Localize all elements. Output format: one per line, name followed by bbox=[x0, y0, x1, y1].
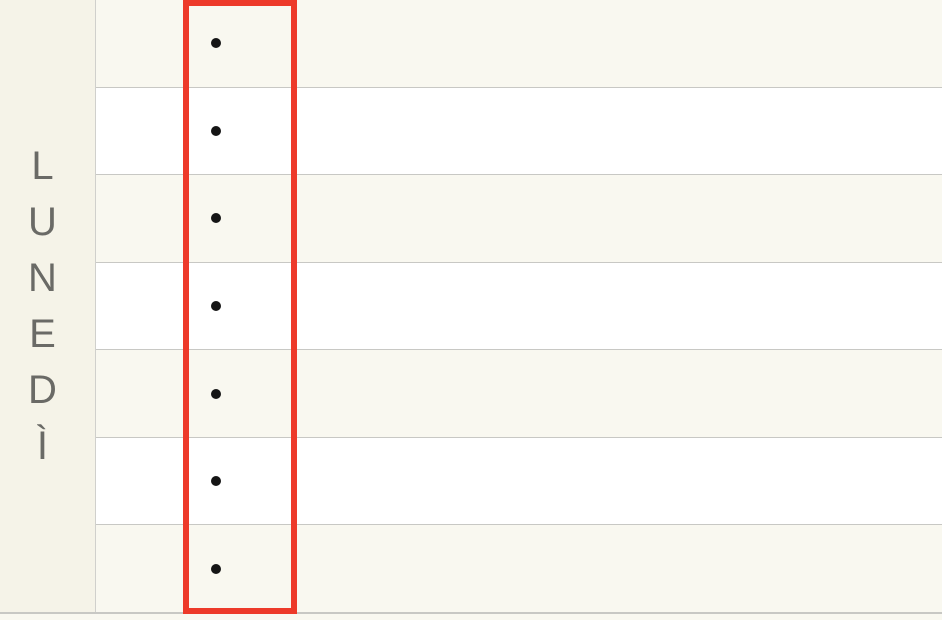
day-label-column: LUNEDÌ bbox=[0, 0, 96, 612]
entry-cell[interactable] bbox=[296, 88, 942, 175]
bullet-zone bbox=[96, 88, 296, 175]
bullet-icon bbox=[211, 389, 221, 399]
bullet-icon bbox=[211, 38, 221, 48]
day-label: LUNEDÌ bbox=[28, 138, 67, 474]
bullet-zone bbox=[96, 0, 296, 87]
entry-cell[interactable] bbox=[296, 175, 942, 262]
entry-cell[interactable] bbox=[296, 350, 942, 437]
bullet-icon bbox=[211, 213, 221, 223]
planner-row[interactable] bbox=[96, 438, 942, 526]
entry-cell[interactable] bbox=[296, 525, 942, 612]
bullet-zone bbox=[96, 438, 296, 525]
planner-row[interactable] bbox=[96, 88, 942, 176]
bullet-zone bbox=[96, 263, 296, 350]
bullet-zone bbox=[96, 175, 296, 262]
entry-cell[interactable] bbox=[296, 0, 942, 87]
bullet-icon bbox=[211, 301, 221, 311]
planner-row[interactable] bbox=[96, 175, 942, 263]
bullet-icon bbox=[211, 564, 221, 574]
planner-row[interactable] bbox=[96, 263, 942, 351]
planner-row[interactable] bbox=[96, 525, 942, 612]
planner-row[interactable] bbox=[96, 350, 942, 438]
bullet-zone bbox=[96, 350, 296, 437]
planner-row[interactable] bbox=[96, 0, 942, 88]
entry-cell[interactable] bbox=[296, 263, 942, 350]
bullet-icon bbox=[211, 476, 221, 486]
entry-cell[interactable] bbox=[296, 438, 942, 525]
bullet-icon bbox=[211, 126, 221, 136]
planner-container: LUNEDÌ bbox=[0, 0, 942, 614]
bullet-zone bbox=[96, 525, 296, 612]
rows-area bbox=[96, 0, 942, 612]
